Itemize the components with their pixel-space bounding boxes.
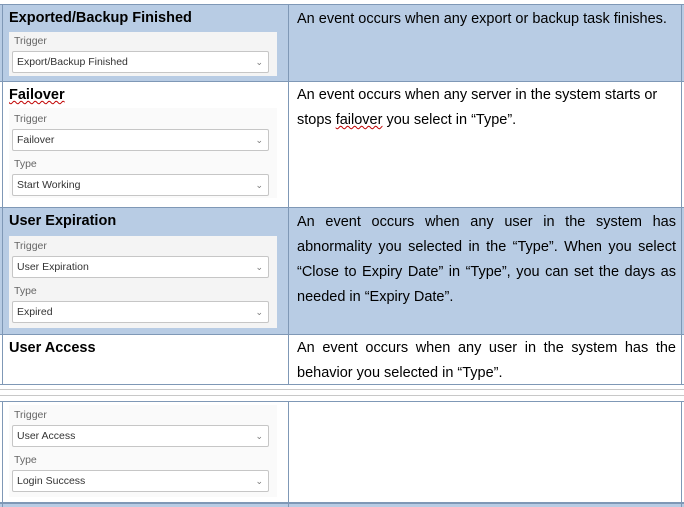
trigger-select-value: User Access	[17, 430, 76, 442]
page-break	[0, 385, 684, 401]
event-description-cell: An event occurs when any user in the sys…	[289, 208, 682, 334]
trigger-select-value: User Expiration	[17, 261, 89, 273]
event-description: An event occurs when any export or backu…	[297, 11, 667, 27]
type-select[interactable]: Login Success ⌄	[12, 470, 269, 492]
table-row: Exported/Backup Finished Trigger Export/…	[0, 4, 684, 81]
trigger-select[interactable]: Export/Backup Finished ⌄	[12, 51, 269, 73]
chevron-down-icon: ⌄	[255, 135, 263, 145]
event-description: An event occurs when any user in the sys…	[297, 214, 676, 305]
type-label: Type	[14, 454, 37, 466]
table-row: User Access An event occurs when any use…	[0, 334, 684, 385]
event-name-cell: Trigger User Access ⌄ Type Login Success…	[3, 402, 287, 502]
settings-panel: Trigger User Expiration ⌄ Type Expired ⌄	[9, 236, 277, 328]
chevron-down-icon: ⌄	[255, 57, 263, 67]
settings-panel: Trigger Export/Backup Finished ⌄	[9, 32, 277, 76]
chevron-down-icon: ⌄	[255, 180, 263, 190]
event-title: Exported/Backup Finished	[9, 10, 192, 26]
trigger-select[interactable]: User Expiration ⌄	[12, 256, 269, 278]
event-name-cell: Exported/Backup Finished Trigger Export/…	[3, 5, 287, 81]
event-description-cell: An event occurs when any user in the sys…	[289, 335, 682, 384]
type-select-value: Login Success	[17, 475, 86, 487]
event-title: User Access	[9, 340, 96, 356]
event-title: User Expiration	[9, 213, 117, 229]
trigger-select-value: Export/Backup Finished	[17, 56, 128, 68]
event-description-cell: An event occurs when any export or backu…	[289, 5, 682, 81]
trigger-label: Trigger	[14, 240, 47, 252]
trigger-label: Trigger	[14, 409, 47, 421]
chevron-down-icon: ⌄	[255, 262, 263, 272]
trigger-select[interactable]: User Access ⌄	[12, 425, 269, 447]
chevron-down-icon: ⌄	[255, 431, 263, 441]
description-part-misspelled: failover	[335, 112, 383, 128]
trigger-label: Trigger	[14, 113, 47, 125]
description-part: you select in “Type”.	[382, 112, 517, 128]
type-label: Type	[14, 158, 37, 170]
event-description: An event occurs when any user in the sys…	[297, 340, 676, 381]
event-description-cell	[289, 402, 682, 502]
table-row	[0, 503, 684, 507]
type-select-value: Expired	[17, 306, 53, 318]
trigger-label: Trigger	[14, 35, 47, 47]
type-select-value: Start Working	[17, 179, 81, 191]
type-select[interactable]: Expired ⌄	[12, 301, 269, 323]
type-label: Type	[14, 285, 37, 297]
chevron-down-icon: ⌄	[255, 307, 263, 317]
trigger-select[interactable]: Failover ⌄	[12, 129, 269, 151]
table-row: Trigger User Access ⌄ Type Login Success…	[0, 401, 684, 503]
event-name-cell: User Access	[3, 335, 287, 384]
event-description-cell: An event occurs when any server in the s…	[289, 82, 682, 207]
chevron-down-icon: ⌄	[255, 476, 263, 486]
table-row: User Expiration Trigger User Expiration …	[0, 207, 684, 334]
type-select[interactable]: Start Working ⌄	[12, 174, 269, 196]
event-title: Failover	[9, 87, 65, 103]
settings-panel: Trigger User Access ⌄ Type Login Success…	[9, 405, 277, 497]
trigger-select-value: Failover	[17, 134, 55, 146]
event-name-cell: User Expiration Trigger User Expiration …	[3, 208, 287, 334]
settings-panel: Trigger Failover ⌄ Type Start Working ⌄	[9, 108, 277, 198]
event-description: An event occurs when any server in the s…	[297, 83, 676, 133]
event-name-cell: Failover Trigger Failover ⌄ Type Start W…	[3, 82, 287, 207]
table-row: Failover Trigger Failover ⌄ Type Start W…	[0, 81, 684, 207]
